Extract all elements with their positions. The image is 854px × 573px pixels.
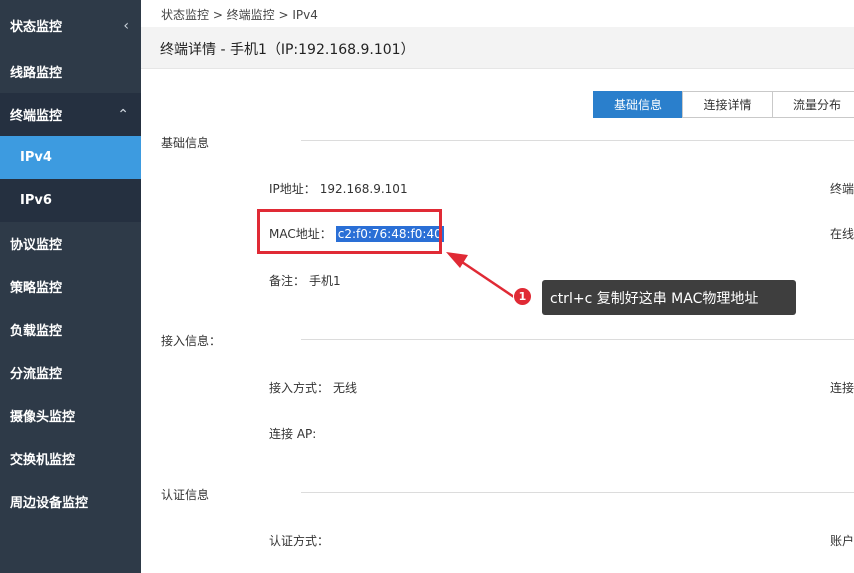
sidebar-item-load-monitor[interactable]: 负载监控 [0, 308, 141, 351]
access-method-value: 无线 [333, 381, 358, 395]
sidebar-item-shunt-monitor[interactable]: 分流监控 [0, 351, 141, 394]
sidebar-item-peripheral-monitor[interactable]: 周边设备监控 [0, 480, 141, 523]
sidebar-item-label: 终端监控 [10, 109, 63, 124]
sidebar-item-ipv4[interactable]: IPv4 [0, 136, 141, 179]
page-title: 终端详情 - 手机1（IP:192.168.9.101） [160, 42, 415, 58]
account-label-clipped: 账户 [830, 534, 854, 548]
tab-basic-info[interactable]: 基础信息 [593, 91, 683, 118]
tab-traffic-distribution[interactable]: 流量分布 [772, 91, 854, 118]
sidebar-item-terminal-monitor[interactable]: 终端监控 ⌃ [0, 93, 141, 136]
section-access-info-label: 接入信息： [161, 334, 222, 348]
connection-label-clipped: 连接 [830, 381, 854, 395]
auth-method-field: 认证方式： [269, 532, 329, 549]
connected-ap-label: 连接 AP: [269, 427, 317, 441]
tab-connection-details[interactable]: 连接详情 [682, 91, 773, 118]
access-method-field: 接入方式： 无线 [269, 379, 357, 396]
tab-bar: 基础信息 连接详情 流量分布 [593, 91, 854, 118]
note-label: 备注： [269, 274, 306, 288]
auth-method-label: 认证方式： [269, 534, 330, 548]
title-bar: 终端详情 - 手机1（IP:192.168.9.101） [141, 27, 854, 69]
annotation-callout: ctrl+c 复制好这串 MAC物理地址 [542, 280, 796, 315]
mac-highlight-box [257, 209, 442, 254]
sidebar-item-label: IPv4 [20, 150, 52, 165]
sidebar-item-label: 摄像头监控 [10, 410, 76, 425]
sidebar-item-camera-monitor[interactable]: 摄像头监控 [0, 394, 141, 437]
sidebar-item-label: 协议监控 [10, 238, 63, 253]
sidebar-item-policy-monitor[interactable]: 策略监控 [0, 265, 141, 308]
chevron-left-icon[interactable]: ‹ [123, 18, 129, 34]
ip-address-field: IP地址： 192.168.9.101 [269, 180, 408, 197]
sidebar-item-label: 交换机监控 [10, 453, 76, 468]
divider [301, 339, 854, 340]
ip-address-label: IP地址： [269, 182, 316, 196]
sidebar-item-label: 周边设备监控 [10, 496, 89, 511]
connected-ap-field: 连接 AP: [269, 425, 316, 442]
note-field: 备注： 手机1 [269, 272, 341, 289]
sidebar-item-label: 策略监控 [10, 281, 63, 296]
online-label-clipped: 在线 [830, 227, 854, 241]
sidebar-item-line-monitor[interactable]: 线路监控 [0, 50, 141, 93]
divider [301, 492, 854, 493]
sidebar-item-switch-monitor[interactable]: 交换机监控 [0, 437, 141, 480]
breadcrumb: 状态监控 > 终端监控 > IPv4 [161, 8, 318, 22]
ip-address-value: 192.168.9.101 [319, 182, 408, 196]
note-value: 手机1 [309, 274, 341, 288]
sidebar-item-label: 线路监控 [10, 66, 63, 81]
divider [301, 140, 854, 141]
sidebar-item-ipv6[interactable]: IPv6 [0, 179, 141, 222]
access-method-label: 接入方式： [269, 381, 330, 395]
terminal-label-clipped: 终端 [830, 182, 854, 196]
section-auth-info-label: 认证信息 [161, 488, 210, 502]
sidebar-item-protocol-monitor[interactable]: 协议监控 [0, 222, 141, 265]
sidebar-item-status-monitor[interactable]: 状态监控 ‹ [0, 4, 141, 47]
sidebar-item-label: IPv6 [20, 193, 52, 208]
sidebar-item-label: 负载监控 [10, 324, 63, 339]
sidebar-item-label: 状态监控 [10, 20, 63, 35]
step-badge: 1 [513, 287, 532, 306]
section-basic-info-label: 基础信息 [161, 136, 210, 150]
sidebar-item-label: 分流监控 [10, 367, 63, 382]
sidebar: 状态监控 ‹ 线路监控 终端监控 ⌃ IPv4 IPv6 协议监控 策略监控 负… [0, 0, 141, 573]
chevron-up-icon[interactable]: ⌃ [117, 107, 129, 123]
